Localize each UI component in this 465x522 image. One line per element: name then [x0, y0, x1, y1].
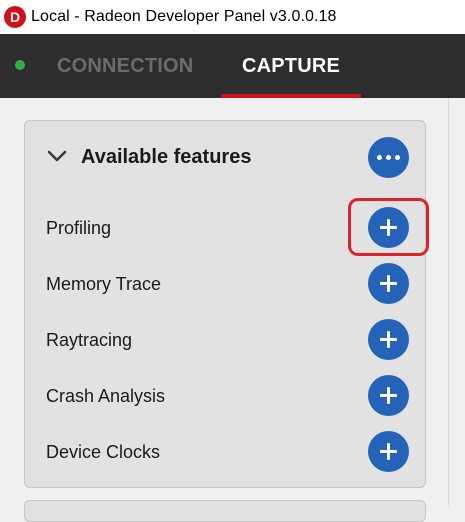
connection-status-icon: [15, 60, 25, 70]
plus-icon: [380, 387, 397, 404]
plus-icon: [380, 275, 397, 292]
highlight-annotation: [348, 198, 429, 256]
next-panel: [24, 500, 426, 522]
window-title: Local - Radeon Developer Panel v3.0.0.18: [31, 8, 337, 25]
radeon-logo-icon: D: [4, 6, 26, 28]
chevron-down-icon[interactable]: [47, 149, 67, 163]
panel-title: Available features: [81, 146, 252, 168]
feature-label-raytracing: Raytracing: [46, 330, 133, 350]
feature-label-device-clocks: Device Clocks: [46, 442, 161, 462]
tab-bar: CONNECTION CAPTURE: [0, 34, 465, 98]
add-memory-trace-button[interactable]: [368, 263, 409, 304]
plus-icon: [380, 331, 397, 348]
vertical-scrollbar[interactable]: [448, 98, 465, 506]
feature-label-memory-trace: Memory Trace: [46, 274, 162, 294]
tab-capture[interactable]: CAPTURE: [221, 34, 361, 98]
more-options-button[interactable]: [368, 137, 409, 178]
available-features-panel: Available features Profiling Memory Trac…: [24, 120, 426, 488]
add-raytracing-button[interactable]: [368, 319, 409, 360]
more-dots-icon: [377, 155, 400, 160]
feature-label-profiling: Profiling: [46, 218, 112, 238]
add-device-clocks-button[interactable]: [368, 431, 409, 472]
tab-connection[interactable]: CONNECTION: [57, 34, 193, 98]
plus-icon: [380, 443, 397, 460]
title-bar: D Local - Radeon Developer Panel v3.0.0.…: [0, 0, 465, 34]
capture-content: Available features Profiling Memory Trac…: [0, 98, 465, 522]
feature-label-crash-analysis: Crash Analysis: [46, 386, 166, 406]
add-crash-analysis-button[interactable]: [368, 375, 409, 416]
